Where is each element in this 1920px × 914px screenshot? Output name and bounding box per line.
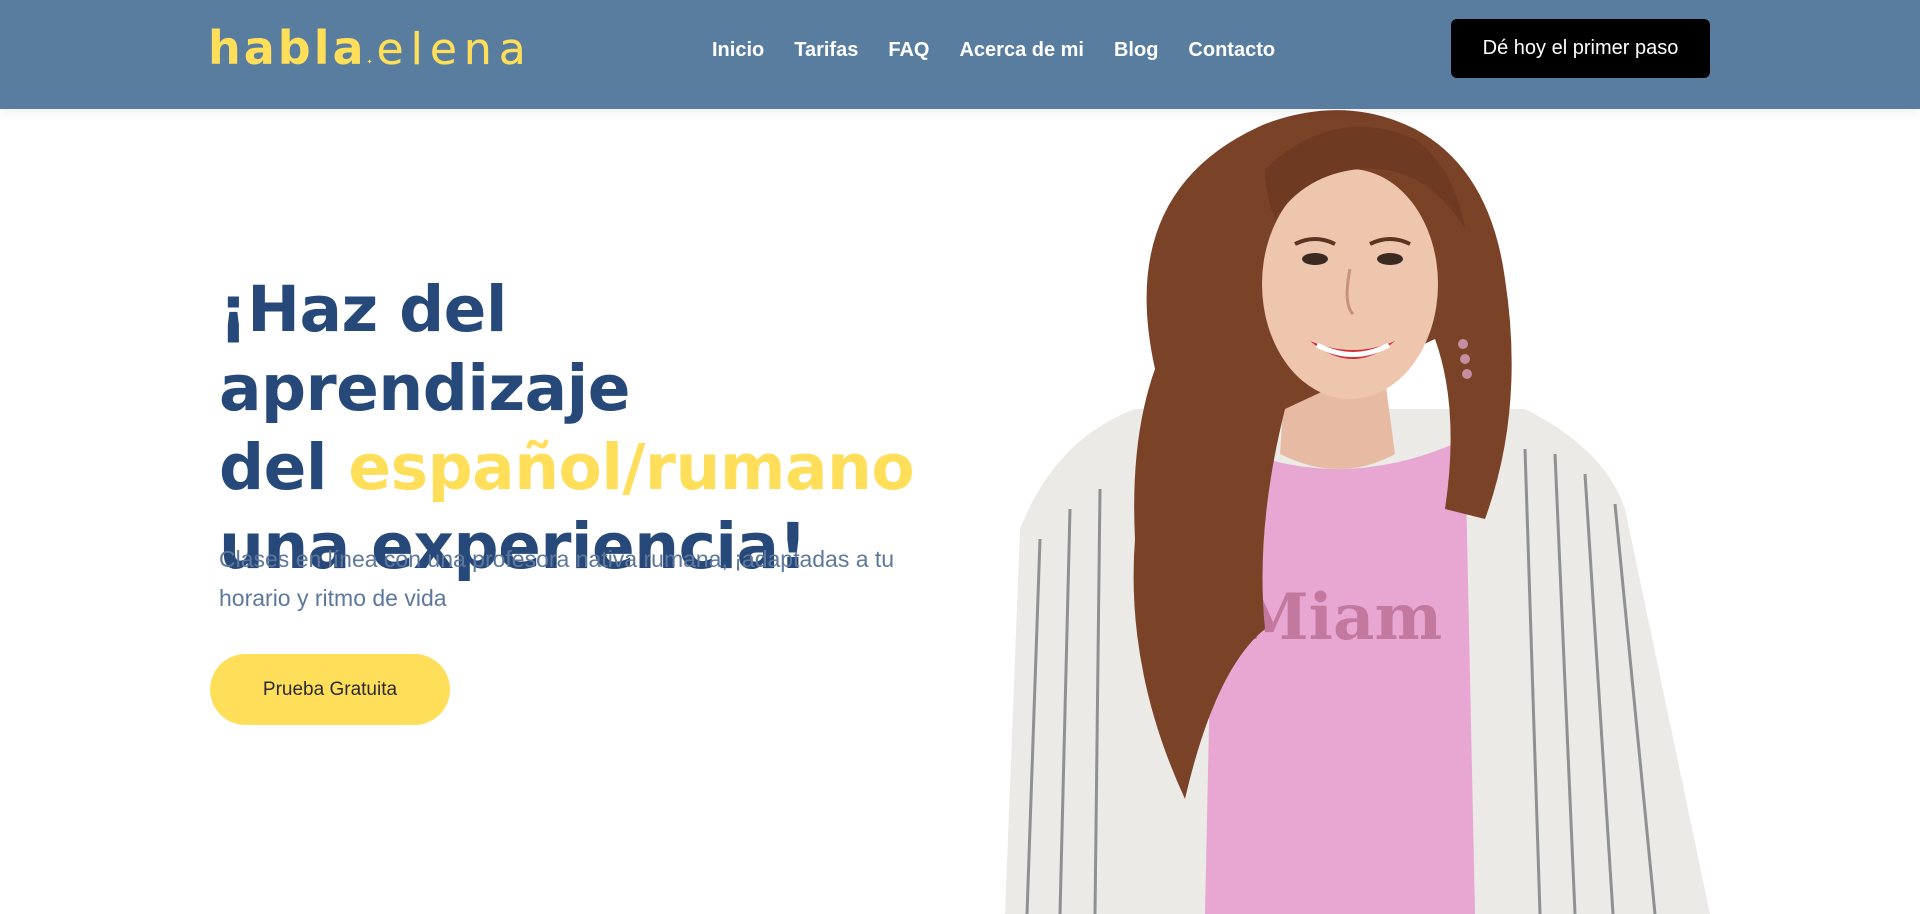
logo-elena-text: elena — [376, 24, 533, 75]
hero-subtitle: Clases en línea con una profesora nativa… — [219, 546, 895, 611]
site-header: habla ✦ elena Inicio Tarifas FAQ Acerca … — [0, 0, 1920, 109]
site-logo[interactable]: habla ✦ elena — [208, 21, 533, 75]
logo-flag-icon: ✦ — [366, 59, 373, 66]
teacher-portrait: Miam — [1005, 110, 1710, 914]
hero-title-line2-prefix: del — [219, 431, 349, 504]
portrait-face — [1262, 169, 1438, 399]
hero-title: ¡Haz del aprendizaje del español/rumano … — [219, 270, 919, 586]
hero-title-highlight: español/rumano — [348, 431, 915, 504]
nav-item-blog[interactable]: Blog — [1114, 36, 1158, 64]
nav-item-tarifas[interactable]: Tarifas — [794, 36, 858, 64]
free-trial-button[interactable]: Prueba Gratuita — [210, 654, 450, 725]
portrait-eye-left — [1302, 253, 1328, 265]
nav-item-inicio[interactable]: Inicio — [712, 36, 764, 64]
logo-habla-text: habla — [208, 21, 367, 75]
portrait-shirt-text: Miam — [1238, 580, 1442, 655]
nav-item-acerca-de-mi[interactable]: Acerca de mi — [959, 36, 1084, 64]
first-step-button[interactable]: Dé hoy el primer paso — [1451, 19, 1710, 78]
main-nav: Inicio Tarifas FAQ Acerca de mi Blog Con… — [712, 36, 1305, 64]
nav-item-faq[interactable]: FAQ — [888, 36, 929, 64]
hero-title-line1: ¡Haz del aprendizaje — [219, 273, 630, 425]
nav-item-contacto[interactable]: Contacto — [1188, 36, 1275, 64]
portrait-eye-right — [1377, 253, 1403, 265]
